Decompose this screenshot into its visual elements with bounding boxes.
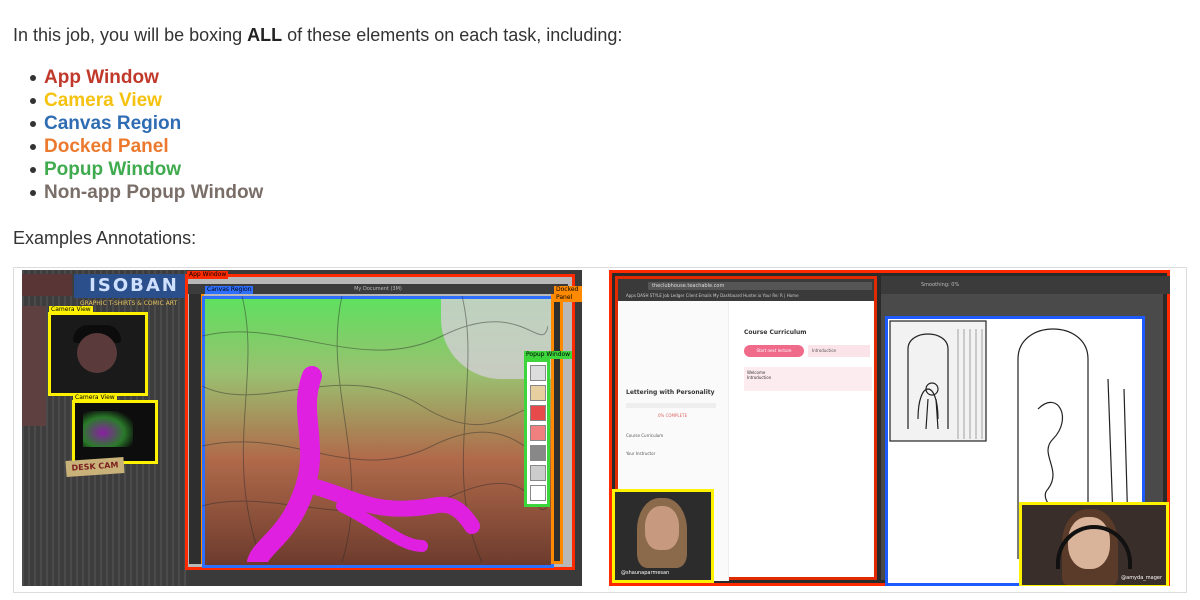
streamer-handle: @amyda_mager — [1121, 575, 1162, 581]
start-lecture-button: Start next lecture — [744, 345, 804, 357]
example-annotation-1: ISOBAN GRAPHIC T-SHIRTS & COMIC ART My D… — [22, 270, 582, 586]
label-docked-panel: Docked Panel — [554, 286, 582, 302]
logo-tagline: GRAPHIC T-SHIRTS & COMIC ART — [80, 300, 178, 307]
swatch — [530, 405, 546, 421]
welcome-item: Introduction — [747, 375, 772, 380]
label-camera-view: Camera View — [73, 394, 117, 402]
category-list: App Window Camera View Canvas Region Doc… — [29, 66, 264, 204]
label-canvas-region: Canvas Region — [205, 286, 254, 294]
desk-cam-feed — [83, 411, 133, 447]
category-canvas-region: Canvas Region — [29, 112, 263, 135]
bookmarks-bar: Apps DASH STYLE Job Ledger Client Emails… — [626, 293, 799, 298]
swatch — [530, 365, 546, 381]
streamer-handle: @shaunaparmesan — [621, 570, 670, 576]
welcome-section: Welcome Introduction — [744, 367, 872, 391]
url-bar: theclubhouse.teachable.com — [648, 282, 872, 290]
label-app-window: App Window — [187, 271, 229, 279]
examples-heading: Examples Annotations: — [13, 228, 197, 248]
docked-panel-box — [551, 294, 563, 564]
nav-your-instructor: Your Instructor — [626, 451, 656, 456]
side-panel — [22, 306, 46, 426]
percent-complete: 0% COMPLETE — [658, 413, 688, 418]
intro-emphasis: ALL — [247, 25, 283, 45]
drawing-strokes — [202, 296, 548, 562]
swatch — [530, 385, 546, 401]
example-annotation-2: theclubhouse.teachable.com Apps DASH STY… — [609, 270, 1170, 586]
category-docked-panel: Docked Panel — [29, 135, 263, 158]
label-popup-window: Popup Window — [524, 351, 573, 359]
camera-view-box — [72, 400, 158, 464]
category-app-window: App Window — [29, 66, 263, 89]
swatch — [530, 425, 546, 441]
camera-view-box: @amyda_mager — [1019, 502, 1169, 586]
intro-pill: Introduction — [808, 345, 870, 357]
category-popup-window: Popup Window — [29, 158, 263, 181]
intro-text: In this job, you will be boxing ALL of t… — [13, 25, 623, 45]
progress-bar — [626, 403, 716, 408]
category-non-app-popup-window: Non-app Popup Window — [29, 182, 264, 203]
popup-window-box — [524, 359, 550, 507]
nav-course-curriculum: Course Curriculum — [626, 433, 664, 438]
app-toolbar: Smoothing: 0% — [881, 276, 1170, 294]
camera-view-box — [48, 312, 148, 396]
curriculum-heading: Course Curriculum — [744, 329, 807, 336]
face — [77, 333, 117, 373]
course-title: Lettering with Personality — [626, 389, 715, 396]
swatch — [530, 445, 546, 461]
swatch — [530, 465, 546, 481]
swatch — [530, 485, 546, 501]
camera-view-box: @shaunaparmesan — [612, 489, 714, 583]
logo-tile — [22, 274, 72, 296]
face — [645, 506, 679, 550]
category-camera-view: Camera View — [29, 89, 263, 112]
label-camera-view: Camera View — [49, 306, 93, 314]
isoban-logo: ISOBAN — [74, 274, 194, 298]
